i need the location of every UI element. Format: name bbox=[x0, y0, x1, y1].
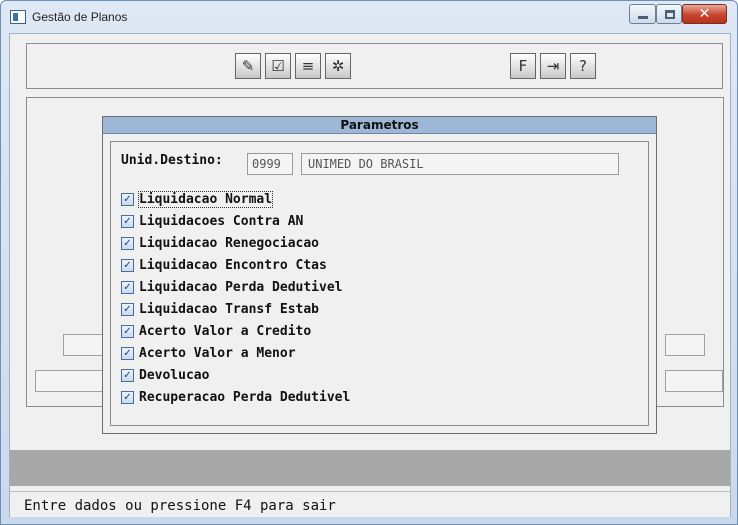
app-window-icon bbox=[10, 10, 26, 24]
help-icon: ? bbox=[579, 57, 587, 75]
option-label: Liquidacao Perda Dedutivel bbox=[139, 279, 343, 295]
checkbox-checked-icon[interactable]: ✓ bbox=[121, 280, 134, 294]
option-devolucao[interactable]: ✓ Devolucao bbox=[121, 367, 209, 383]
option-label: Liquidacao Encontro Ctas bbox=[139, 257, 327, 273]
minimize-icon bbox=[638, 16, 648, 19]
minimize-button[interactable] bbox=[629, 4, 656, 24]
title-bar[interactable]: Gestão de Planos ✕ bbox=[1, 1, 737, 35]
option-liquidacao-renegociacao[interactable]: ✓ Liquidacao Renegociacao bbox=[121, 235, 319, 251]
option-liquidacao-encontro-ctas[interactable]: ✓ Liquidacao Encontro Ctas bbox=[121, 257, 327, 273]
f-key-icon: F bbox=[518, 57, 528, 75]
option-label: Devolucao bbox=[139, 367, 210, 383]
unid-destino-label: Unid.Destino: bbox=[121, 153, 223, 168]
exit-tool-button[interactable]: ⇥ bbox=[540, 53, 566, 79]
checkbox-checked-icon[interactable]: ✓ bbox=[121, 324, 134, 338]
close-button[interactable]: ✕ bbox=[682, 4, 727, 24]
status-message: Entre dados ou pressione F4 para sair bbox=[24, 498, 336, 514]
option-acerto-valor-a-menor[interactable]: ✓ Acerto Valor a Menor bbox=[121, 345, 296, 361]
app-window: Gestão de Planos ✕ ✎ ☑ ≡ ✲ F ⇥ ? Entre d… bbox=[0, 0, 738, 525]
background-field bbox=[665, 370, 723, 392]
checkbox-checked-icon[interactable]: ✓ bbox=[121, 236, 134, 250]
checkbox-checked-icon[interactable]: ✓ bbox=[121, 346, 134, 360]
unid-destino-name-field: UNIMED DO BRASIL bbox=[301, 153, 619, 175]
checkbox-checked-icon[interactable]: ✓ bbox=[121, 390, 134, 404]
edit-tool-button[interactable]: ✎ bbox=[235, 53, 261, 79]
checkbox-checked-icon[interactable]: ✓ bbox=[121, 368, 134, 382]
background-field bbox=[665, 334, 705, 356]
option-label: Recuperacao Perda Dedutivel bbox=[139, 389, 351, 405]
checklist-tool-button[interactable]: ☑ bbox=[265, 53, 291, 79]
checkbox-checked-icon[interactable]: ✓ bbox=[121, 302, 134, 316]
option-label: Liquidacoes Contra AN bbox=[139, 213, 304, 229]
close-icon: ✕ bbox=[698, 6, 711, 22]
list-arrow-icon: ≡ bbox=[301, 57, 315, 75]
checkbox-checked-icon[interactable]: ✓ bbox=[121, 192, 134, 206]
option-label: Acerto Valor a Menor bbox=[139, 345, 296, 361]
option-liquidacao-transf-estab[interactable]: ✓ Liquidacao Transf Estab bbox=[121, 301, 319, 317]
option-label: Liquidacao Normal bbox=[137, 190, 274, 208]
list-tool-button[interactable]: ≡ bbox=[295, 53, 321, 79]
help-tool-button[interactable]: ? bbox=[570, 53, 596, 79]
checklist-icon: ☑ bbox=[271, 57, 285, 75]
option-acerto-valor-a-credito[interactable]: ✓ Acerto Valor a Credito bbox=[121, 323, 311, 339]
unid-destino-code-field[interactable]: 0999 bbox=[247, 153, 293, 175]
option-liquidacao-perda-dedutivel[interactable]: ✓ Liquidacao Perda Dedutivel bbox=[121, 279, 343, 295]
f-key-tool-button[interactable]: F bbox=[510, 53, 536, 79]
option-label: Liquidacao Transf Estab bbox=[139, 301, 320, 317]
checkbox-checked-icon[interactable]: ✓ bbox=[121, 214, 134, 228]
maximize-button[interactable] bbox=[656, 4, 682, 24]
gray-band bbox=[10, 450, 730, 486]
gears-icon: ✲ bbox=[331, 57, 345, 75]
window-title: Gestão de Planos bbox=[32, 10, 128, 24]
maximize-icon bbox=[665, 10, 675, 19]
option-liquidacoes-contra-an[interactable]: ✓ Liquidacoes Contra AN bbox=[121, 213, 303, 229]
dialog-title: Parametros bbox=[103, 117, 656, 134]
status-bar: Entre dados ou pressione F4 para sair bbox=[10, 491, 730, 517]
exit-door-icon: ⇥ bbox=[546, 57, 560, 75]
option-liquidacao-normal[interactable]: ✓ Liquidacao Normal bbox=[121, 190, 274, 208]
option-recuperacao-perda-dedutivel[interactable]: ✓ Recuperacao Perda Dedutivel bbox=[121, 389, 350, 405]
option-label: Acerto Valor a Credito bbox=[139, 323, 312, 339]
toolbar: ✎ ☑ ≡ ✲ F ⇥ ? bbox=[26, 43, 723, 89]
option-label: Liquidacao Renegociacao bbox=[139, 235, 320, 251]
pencil-icon: ✎ bbox=[241, 57, 255, 75]
checkbox-checked-icon[interactable]: ✓ bbox=[121, 258, 134, 272]
process-tool-button[interactable]: ✲ bbox=[325, 53, 351, 79]
